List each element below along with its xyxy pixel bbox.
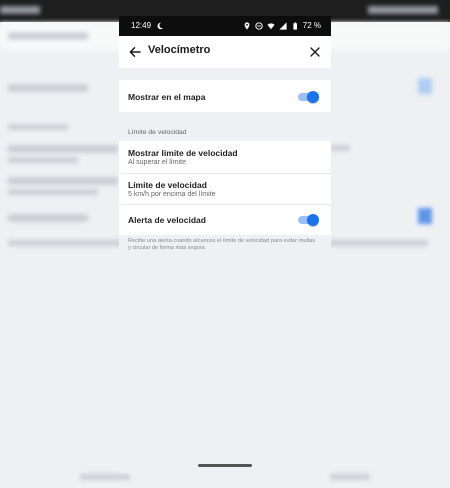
- background-text-blur: [368, 6, 438, 14]
- app-bar: Velocímetro: [119, 36, 331, 68]
- background-text-blur: [8, 145, 118, 153]
- background-text-blur: [80, 474, 130, 480]
- phone-screen: 12:49 72 % Velocímetro Mostrar en el map…: [119, 16, 331, 473]
- home-indicator[interactable]: [198, 464, 252, 467]
- speed-alert-toggle[interactable]: [298, 214, 319, 226]
- background-text-blur: [8, 189, 98, 195]
- status-time: 12:49: [131, 21, 152, 30]
- background-text-blur: [8, 177, 118, 185]
- setting-label: Alerta de velocidad: [128, 215, 206, 225]
- setting-show-speed-limit[interactable]: Mostrar límite de velocidad Al superar e…: [119, 141, 331, 173]
- back-arrow-icon[interactable]: [128, 45, 142, 59]
- setting-label: Mostrar límite de velocidad: [128, 148, 238, 158]
- background-text-blur: [330, 145, 350, 151]
- setting-speed-alert[interactable]: Alerta de velocidad: [119, 205, 331, 235]
- setting-label: Límite de velocidad: [128, 180, 207, 190]
- battery-percentage: 72 %: [302, 21, 321, 30]
- location-icon: [243, 21, 251, 30]
- background-text-blur: [8, 214, 88, 222]
- background-text-blur: [330, 474, 370, 480]
- close-icon[interactable]: [308, 45, 322, 59]
- background-text-blur: [8, 124, 68, 130]
- setting-value: Al superar el límite: [128, 159, 186, 166]
- background-toggle-blur: [418, 208, 432, 224]
- background-text-blur: [8, 32, 88, 40]
- dnd-icon: [255, 21, 263, 30]
- setting-label: Mostrar en el mapa: [128, 92, 206, 102]
- battery-icon: [291, 21, 299, 30]
- section-label: Límite de velocidad: [128, 129, 187, 136]
- setting-speed-limit[interactable]: Límite de velocidad 5 km/h por encima de…: [119, 174, 331, 204]
- setting-show-on-map[interactable]: Mostrar en el mapa: [119, 80, 331, 112]
- toggle-knob: [307, 91, 319, 103]
- moon-icon: [156, 22, 164, 30]
- speed-alert-description: Recibe una alerta cuando alcances el lím…: [128, 238, 316, 251]
- background-text-blur: [0, 6, 40, 14]
- background-toggle-blur: [418, 78, 432, 94]
- show-on-map-toggle[interactable]: [298, 91, 319, 103]
- status-bar: 12:49 72 %: [119, 16, 331, 36]
- page-title: Velocímetro: [148, 44, 211, 56]
- toggle-knob: [307, 214, 319, 226]
- background-text-blur: [8, 84, 88, 92]
- signal-icon: [279, 21, 287, 30]
- setting-value: 5 km/h por encima del límite: [128, 191, 216, 198]
- background-text-blur: [8, 157, 78, 163]
- wifi-icon: [267, 22, 275, 30]
